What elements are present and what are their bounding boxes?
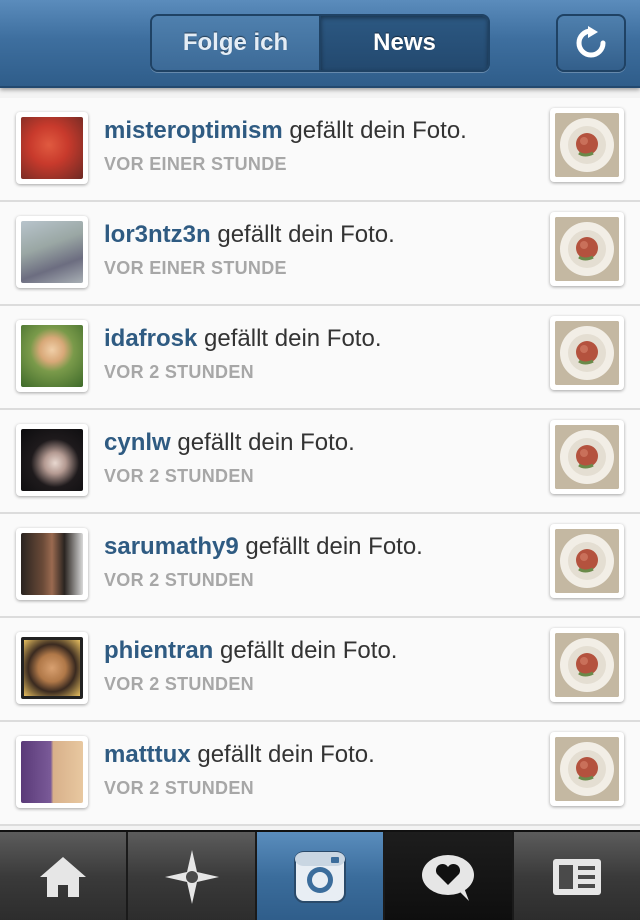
activity-text: gefällt dein Foto. [177, 429, 355, 456]
news-feed-list: misteroptimism gefällt dein Foto. VOR EI… [0, 98, 640, 828]
username-link[interactable]: idafrosk [104, 325, 197, 352]
camera-icon [294, 851, 347, 903]
plate-photo-icon [555, 529, 619, 593]
activity-text: gefällt dein Foto. [204, 325, 382, 352]
timestamp: VOR 2 STUNDEN [104, 778, 254, 798]
plate-photo-icon [555, 321, 619, 385]
user-photo [21, 325, 83, 387]
home-icon [40, 857, 87, 897]
activity-text: gefällt dein Foto. [220, 637, 398, 664]
plate-photo-icon [555, 737, 619, 801]
user-photo [21, 221, 83, 283]
feed-item[interactable]: misteroptimism gefällt dein Foto. VOR EI… [0, 98, 640, 202]
segment-news[interactable]: News [321, 16, 488, 70]
username-link[interactable]: sarumathy9 [104, 533, 239, 560]
tab-explore[interactable] [128, 832, 257, 920]
feed-item[interactable]: cynlw gefällt dein Foto. VOR 2 STUNDEN [0, 410, 640, 514]
liked-photo-thumbnail[interactable] [550, 628, 624, 702]
user-photo [21, 117, 83, 179]
tab-news[interactable] [385, 832, 514, 920]
segment-folge-ich[interactable]: Folge ich [152, 16, 321, 70]
profile-card-icon [552, 859, 601, 895]
username-link[interactable]: phientran [104, 637, 213, 664]
username-link[interactable]: matttux [104, 741, 191, 768]
avatar[interactable] [16, 632, 88, 704]
avatar[interactable] [16, 216, 88, 288]
top-nav-bar: Folge ich News [0, 0, 640, 88]
username-link[interactable]: misteroptimism [104, 117, 283, 144]
tab-home[interactable] [0, 832, 129, 920]
feed-item[interactable]: idafrosk gefällt dein Foto. VOR 2 STUNDE… [0, 306, 640, 410]
avatar[interactable] [16, 424, 88, 496]
plate-photo-icon [555, 217, 619, 281]
news-heart-bubble-icon [422, 855, 475, 901]
user-photo [21, 533, 83, 595]
explore-star-icon [164, 850, 219, 904]
avatar[interactable] [16, 112, 88, 184]
avatar[interactable] [16, 736, 88, 808]
refresh-icon [576, 26, 606, 58]
activity-text: gefällt dein Foto. [289, 117, 467, 144]
bottom-tab-bar [0, 830, 640, 920]
feed-item[interactable]: phientran gefällt dein Foto. VOR 2 STUND… [0, 618, 640, 722]
liked-photo-thumbnail[interactable] [550, 108, 624, 182]
liked-photo-thumbnail[interactable] [550, 732, 624, 806]
feed-segmented-control: Folge ich News [150, 14, 490, 72]
avatar[interactable] [16, 528, 88, 600]
timestamp: VOR EINER STUNDE [104, 258, 287, 278]
user-photo [21, 741, 83, 803]
user-photo [21, 429, 83, 491]
timestamp: VOR 2 STUNDEN [104, 362, 254, 382]
timestamp: VOR EINER STUNDE [104, 154, 287, 174]
activity-text: gefällt dein Foto. [217, 221, 395, 248]
liked-photo-thumbnail[interactable] [550, 316, 624, 390]
timestamp: VOR 2 STUNDEN [104, 466, 254, 486]
feed-item[interactable]: lor3ntz3n gefällt dein Foto. VOR EINER S… [0, 202, 640, 306]
liked-photo-thumbnail[interactable] [550, 212, 624, 286]
username-link[interactable]: lor3ntz3n [104, 221, 211, 248]
timestamp: VOR 2 STUNDEN [104, 570, 254, 590]
liked-photo-thumbnail[interactable] [550, 420, 624, 494]
feed-item[interactable]: matttux gefällt dein Foto. VOR 2 STUNDEN [0, 722, 640, 826]
plate-photo-icon [555, 425, 619, 489]
plate-photo-icon [555, 633, 619, 697]
plate-photo-icon [555, 113, 619, 177]
username-link[interactable]: cynlw [104, 429, 171, 456]
activity-text: gefällt dein Foto. [245, 533, 423, 560]
feed-item[interactable]: sarumathy9 gefällt dein Foto. VOR 2 STUN… [0, 514, 640, 618]
user-photo [21, 637, 83, 699]
tab-camera[interactable] [256, 832, 386, 920]
refresh-button[interactable] [556, 14, 626, 72]
timestamp: VOR 2 STUNDEN [104, 674, 254, 694]
avatar[interactable] [16, 320, 88, 392]
tab-profile[interactable] [513, 832, 640, 920]
activity-text: gefällt dein Foto. [197, 741, 375, 768]
liked-photo-thumbnail[interactable] [550, 524, 624, 598]
